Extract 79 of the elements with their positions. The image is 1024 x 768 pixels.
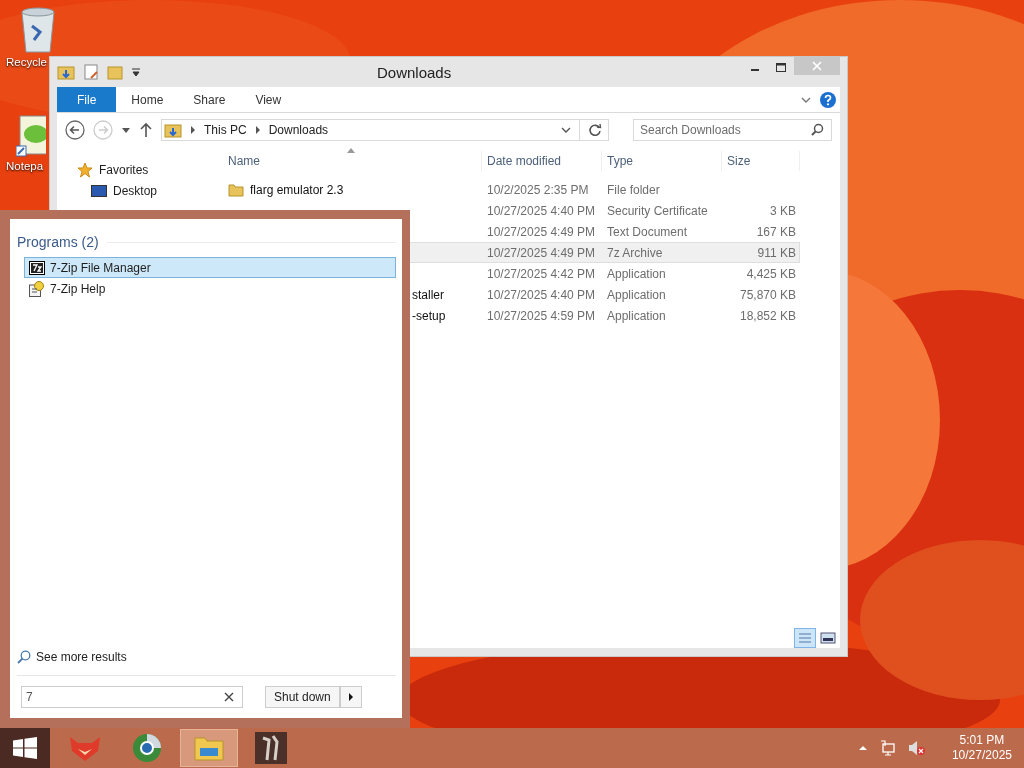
recycle-bin-icon[interactable] bbox=[18, 6, 58, 54]
start-button[interactable] bbox=[0, 728, 50, 768]
size-cell: 167 KB bbox=[756, 224, 796, 239]
size-cell: 3 KB bbox=[770, 203, 796, 218]
folder-icon[interactable] bbox=[57, 64, 75, 80]
chevron-down-icon[interactable] bbox=[561, 126, 571, 134]
recent-locations-icon[interactable] bbox=[121, 126, 131, 134]
file-row-highlight[interactable] bbox=[407, 242, 800, 263]
show-hidden-icons-button[interactable] bbox=[857, 744, 868, 752]
search-field[interactable]: Search Downloads bbox=[633, 119, 832, 141]
properties-icon[interactable] bbox=[83, 64, 99, 80]
clock-time[interactable]: 5:01 PM bbox=[959, 733, 1005, 748]
notepad-icon[interactable] bbox=[16, 114, 46, 158]
type-cell-text: Security Certificate bbox=[606, 202, 709, 220]
size-cell: 18,852 KB bbox=[739, 308, 796, 323]
desktop-icon-label[interactable]: Notepa bbox=[6, 160, 44, 172]
section-heading: Programs (2) bbox=[17, 234, 99, 250]
file-name[interactable]: staller bbox=[412, 287, 444, 302]
column-header[interactable]: Date modified bbox=[482, 151, 602, 171]
shut-down-options-button[interactable] bbox=[339, 686, 362, 708]
clock-date[interactable]: 10/27/2025 bbox=[951, 748, 1012, 763]
breadcrumb-item[interactable]: This PC bbox=[204, 123, 247, 137]
folder-icon bbox=[164, 122, 182, 138]
size-cell: 4,425 KB bbox=[746, 266, 796, 281]
desktop-icon bbox=[91, 183, 107, 198]
large-icons-view-button[interactable] bbox=[820, 631, 836, 645]
clear-icon[interactable] bbox=[224, 692, 234, 702]
window-title: Downloads bbox=[377, 63, 453, 81]
desktop-icon-label[interactable]: Recycle bbox=[6, 56, 47, 68]
date-cell-text: 10/27/2025 4:40 PM bbox=[486, 202, 597, 220]
size-cell: 75,870 KB bbox=[739, 287, 796, 302]
network-icon[interactable] bbox=[879, 740, 896, 756]
shut-down-button[interactable]: Shut down bbox=[265, 686, 340, 708]
back-button[interactable] bbox=[65, 120, 85, 140]
breadcrumb-item[interactable]: Downloads bbox=[268, 123, 329, 137]
file-name[interactable]: -setup bbox=[412, 308, 446, 323]
column-header[interactable]: Size bbox=[722, 151, 800, 171]
ribbon-tab[interactable]: View bbox=[240, 87, 297, 112]
ribbon-tab[interactable]: File bbox=[57, 87, 117, 112]
globe-icon bbox=[132, 733, 162, 763]
ribbon-tab[interactable]: Home bbox=[116, 87, 179, 112]
nav-item[interactable]: Desktop bbox=[57, 180, 220, 201]
file-name[interactable]: flarg emulator 2.3 bbox=[250, 182, 344, 197]
type-cell-text: Application bbox=[606, 307, 667, 325]
column-header[interactable]: Type bbox=[602, 151, 722, 171]
date-cell-text: 10/27/2025 4:59 PM bbox=[486, 307, 597, 325]
size-cell: 911 KB bbox=[757, 245, 796, 260]
breadcrumb-separator-icon[interactable] bbox=[254, 126, 261, 134]
folder-icon bbox=[194, 734, 224, 762]
search-field[interactable]: 7 bbox=[21, 686, 243, 708]
folder-icon bbox=[228, 182, 244, 197]
photo-thumbnail-icon bbox=[255, 732, 287, 764]
see-more-results-link[interactable]: See more results bbox=[17, 647, 396, 667]
address-bar[interactable]: This PC Downloads bbox=[161, 119, 609, 141]
help-icon[interactable] bbox=[820, 91, 836, 108]
search-icon bbox=[17, 650, 31, 664]
help-file-icon bbox=[29, 280, 45, 297]
type-cell-text: File folder bbox=[606, 181, 661, 199]
search-result[interactable]: 7-Zip Help bbox=[24, 278, 396, 299]
date-cell-text: 10/2/2025 2:35 PM bbox=[486, 181, 590, 199]
breadcrumb-separator-icon[interactable] bbox=[190, 126, 196, 134]
star-icon bbox=[77, 161, 93, 178]
dropdown-icon[interactable] bbox=[131, 67, 141, 77]
type-cell-text: 7z Archive bbox=[606, 244, 664, 262]
archive-app-icon bbox=[29, 260, 45, 275]
date-cell-text: 10/27/2025 4:49 PM bbox=[486, 223, 597, 241]
type-cell-text: Text Document bbox=[606, 223, 689, 241]
refresh-icon[interactable] bbox=[588, 123, 602, 137]
search-result[interactable]: 7-Zip File Manager bbox=[24, 257, 396, 278]
type-cell-text: Application bbox=[606, 265, 667, 283]
ribbon-tab[interactable]: Share bbox=[178, 87, 241, 112]
date-cell-text: 10/27/2025 4:42 PM bbox=[486, 265, 597, 283]
type-cell-text: Application bbox=[606, 286, 667, 304]
muted-speaker-icon[interactable] bbox=[907, 740, 926, 756]
date-cell-text: 10/27/2025 4:40 PM bbox=[486, 286, 597, 304]
nav-item[interactable]: Favorites bbox=[57, 159, 220, 180]
search-icon[interactable] bbox=[811, 123, 824, 136]
date-cell-text: 10/27/2025 4:49 PM bbox=[486, 244, 597, 262]
up-arrow-icon[interactable] bbox=[139, 122, 153, 138]
